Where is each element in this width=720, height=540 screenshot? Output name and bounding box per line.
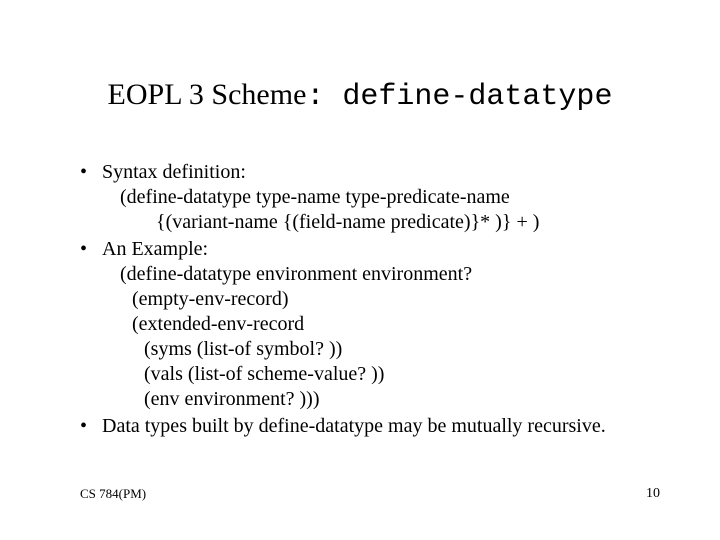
code-line: (extended-env-record bbox=[102, 312, 660, 337]
footer-course: CS 784(PM) bbox=[80, 486, 146, 502]
slide-number: 10 bbox=[646, 486, 660, 502]
code-line: {(variant-name {(field-name predicate)}*… bbox=[102, 210, 660, 235]
bullet-label: Data types built by define-datatype may … bbox=[102, 415, 606, 437]
code-line: (vals (list-of scheme-value? )) bbox=[102, 362, 660, 387]
bullet-item: Syntax definition: (define-datatype type… bbox=[80, 160, 660, 235]
bullet-label: Syntax definition: bbox=[102, 161, 246, 183]
slide-body: Syntax definition: (define-datatype type… bbox=[80, 160, 660, 441]
bullet-list: Syntax definition: (define-datatype type… bbox=[80, 160, 660, 439]
bullet-item: An Example: (define-datatype environment… bbox=[80, 237, 660, 412]
slide: EOPL 3 Scheme: define-datatype Syntax de… bbox=[0, 0, 720, 540]
code-line: (empty-env-record) bbox=[102, 287, 660, 312]
code-line: (syms (list-of symbol? )) bbox=[102, 337, 660, 362]
code-line: (env environment? ))) bbox=[102, 387, 660, 412]
bullet-item: Data types built by define-datatype may … bbox=[80, 414, 660, 439]
title-prefix: EOPL 3 Scheme bbox=[108, 78, 307, 111]
title-mono: : define-datatype bbox=[306, 80, 612, 114]
code-line: (define-datatype type-name type-predicat… bbox=[102, 185, 660, 210]
bullet-label: An Example: bbox=[102, 238, 208, 260]
slide-title: EOPL 3 Scheme: define-datatype bbox=[0, 78, 720, 114]
code-line: (define-datatype environment environment… bbox=[102, 262, 660, 287]
